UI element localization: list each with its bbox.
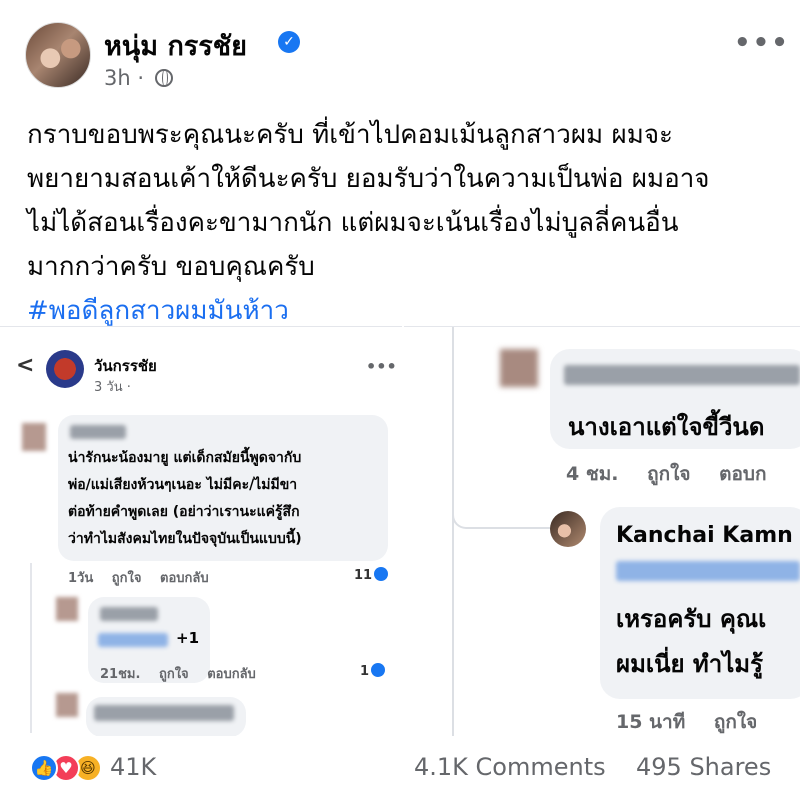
post-body: กราบขอบพระคุณนะครับ ที่เข้าไปคอมเม้นลูกส… bbox=[27, 113, 787, 333]
reaction-count: 1 bbox=[360, 663, 386, 679]
comments-count[interactable]: 4.1K Comments bbox=[414, 753, 606, 781]
author-reply-avatar bbox=[550, 511, 586, 547]
blurred-name bbox=[70, 425, 126, 439]
like-link: ถูกใจ bbox=[111, 571, 142, 586]
comment-line: น่ารักนะน้องมายู แต่เด็กสมัยนี้พูดจากับ bbox=[68, 450, 302, 466]
author-avatar[interactable] bbox=[25, 22, 91, 88]
comment-actions: 4 ชม. ถูกใจ ตอบก bbox=[566, 459, 788, 489]
embedded-screenshot-left[interactable]: < วันกรรชัย 3 วัน · ••• น่ารักนะน้องมายู… bbox=[0, 326, 402, 736]
verified-badge-icon: ✓ bbox=[278, 31, 300, 53]
like-icon bbox=[374, 567, 389, 581]
reply-link: ตอบกลับ bbox=[207, 667, 256, 682]
comment-line: ว่าทำไมสังคมไทยในปัจจุบันเป็นแบบนี้) bbox=[68, 531, 302, 547]
comment-text: นางเอาแต่ใจขี้วีนด bbox=[568, 413, 765, 441]
more-horizontal-icon[interactable]: ••• bbox=[734, 28, 790, 58]
page-name: วันกรรชัย bbox=[94, 357, 157, 375]
comment-text: +1 bbox=[176, 629, 200, 647]
like-link: ถูกใจ bbox=[713, 711, 758, 733]
post-line: ไม่ได้สอนเรื่องคะขามากนัก แต่ผมจะเน้นเรื… bbox=[27, 208, 679, 238]
comment-time: 21ชม. bbox=[100, 667, 141, 682]
post-header: หนุ่ม กรรชัย ✓ 3h · ••• bbox=[0, 0, 800, 100]
comment-time: 1วัน bbox=[68, 571, 94, 586]
reaction-count-value: 11 bbox=[354, 568, 373, 583]
post-meta: 3h · bbox=[104, 66, 173, 90]
commenter-avatar-blurred bbox=[22, 423, 46, 451]
thread-line bbox=[30, 563, 32, 733]
comment-time: 15 นาที bbox=[616, 711, 686, 733]
globe-icon[interactable] bbox=[154, 69, 173, 87]
post-line: กราบขอบพระคุณนะครับ ที่เข้าไปคอมเม้นลูกส… bbox=[27, 120, 674, 150]
shares-count[interactable]: 495 Shares bbox=[636, 753, 771, 781]
commenter-avatar-blurred bbox=[56, 597, 78, 621]
like-icon[interactable]: 👍 bbox=[30, 754, 58, 782]
comment-line: ต่อท้ายคำพูดเลย (อย่าว่าเรานะแค่รู้สึก bbox=[68, 504, 300, 520]
comment-line: พ่อ/แม่เสียงห้วนๆเนอะ ไม่มีคะ/ไม่มีขา bbox=[68, 477, 298, 493]
page-time: 3 วัน · bbox=[94, 380, 131, 395]
like-link: ถูกใจ bbox=[158, 667, 189, 682]
post-time[interactable]: 3h bbox=[104, 66, 131, 90]
comment-text: น่ารักนะน้องมายู แต่เด็กสมัยนี้พูดจากับ … bbox=[68, 445, 302, 553]
comment-actions: 21ชม. ถูกใจ ตอบกลับ bbox=[100, 663, 270, 684]
commenter-avatar-blurred bbox=[56, 693, 78, 717]
blurred-name bbox=[564, 365, 800, 385]
like-icon bbox=[371, 663, 386, 677]
comment-text: เหรอครับ คุณเ ผมเนี่ย ทำไมรู้ bbox=[616, 597, 766, 687]
comment-line: ผมเนี่ย ทำไมรู้ bbox=[616, 650, 763, 678]
like-link: ถูกใจ bbox=[647, 463, 691, 485]
more-horizontal-icon: ••• bbox=[366, 357, 397, 376]
comment-actions: 1วัน ถูกใจ ตอบกลับ bbox=[68, 567, 223, 588]
reaction-count[interactable]: 41K bbox=[110, 753, 156, 781]
reply-link: ตอบกลับ bbox=[160, 571, 209, 586]
comment-time: 4 ชม. bbox=[566, 463, 619, 485]
post-line: พยายามสอนเค้าให้ดีนะครับ ยอมรับว่าในความ… bbox=[27, 164, 710, 194]
comment-actions: 15 นาที ถูกใจ bbox=[616, 707, 779, 736]
post-line: มากกว่าครับ ขอบคุณครับ bbox=[27, 252, 315, 282]
blurred-name bbox=[100, 607, 158, 621]
blurred-mention bbox=[98, 633, 168, 647]
embedded-screenshot-right[interactable]: นางเอาแต่ใจขี้วีนด 4 ชม. ถูกใจ ตอบก Kanc… bbox=[404, 326, 800, 736]
reply-author-name: Kanchai Kamn bbox=[616, 523, 793, 548]
blurred-name bbox=[94, 705, 234, 721]
thread-branch bbox=[452, 477, 552, 529]
reply-link: ตอบก bbox=[719, 463, 767, 485]
blurred-mention bbox=[616, 561, 800, 581]
thread-line bbox=[452, 327, 454, 736]
page-avatar bbox=[46, 350, 84, 388]
reaction-count-value: 1 bbox=[360, 664, 370, 679]
meta-separator: · bbox=[137, 66, 145, 90]
back-arrow-icon: < bbox=[16, 353, 35, 378]
reaction-count: 11 bbox=[354, 567, 389, 583]
post-footer: 👍 ♥ 😆 41K 4.1K Comments 495 Shares bbox=[0, 740, 800, 799]
comment-line: เหรอครับ คุณเ bbox=[616, 605, 767, 633]
commenter-avatar-blurred bbox=[500, 349, 538, 387]
author-name[interactable]: หนุ่ม กรรชัย bbox=[104, 24, 247, 67]
